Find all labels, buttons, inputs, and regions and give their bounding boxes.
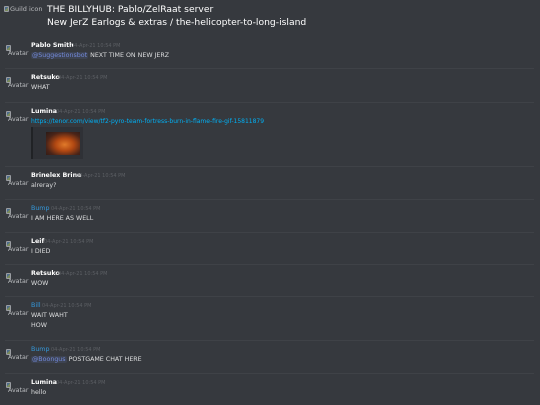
- author-name[interactable]: Brinelex Brine: [31, 172, 81, 179]
- message-group: Avatar Retsuko 04-Apr-21 10:54 PM WHAT: [0, 68, 540, 98]
- avatar-alt-text: Avatar: [8, 387, 29, 394]
- avatar[interactable]: Avatar: [6, 348, 30, 362]
- message-group: Avatar Bump 04-Apr-21 10:54 PM @Boongus …: [0, 340, 540, 370]
- message-group: Avatar Pablo Smith 04-Apr-21 10:54 PM @S…: [0, 40, 540, 66]
- guild-icon-alt-text: Guild icon: [10, 5, 43, 13]
- author-name[interactable]: Bump: [31, 205, 49, 212]
- channel-path: New JerZ Earlogs & extras / the-helicopt…: [47, 17, 307, 28]
- avatar[interactable]: Avatar: [6, 207, 30, 221]
- message-content: @Suggestionsbot NEXT TIME ON NEW JERZ: [31, 52, 169, 59]
- avatar[interactable]: Avatar: [6, 304, 30, 318]
- author-name[interactable]: Bill: [31, 302, 41, 309]
- avatar-alt-text: Avatar: [8, 278, 29, 285]
- gif-link[interactable]: https://tenor.com/view/tf2-pyro-team-for…: [31, 118, 264, 125]
- avatar[interactable]: Avatar: [6, 240, 30, 254]
- avatar[interactable]: Avatar: [6, 381, 30, 395]
- message-divider: [5, 340, 534, 341]
- avatar[interactable]: Avatar: [6, 110, 30, 124]
- avatar-alt-text: Avatar: [8, 180, 29, 187]
- author-name[interactable]: Lumina: [31, 108, 57, 115]
- message-divider: [5, 296, 534, 297]
- guild-icon[interactable]: Guild icon: [4, 5, 48, 16]
- message-divider: [5, 68, 534, 69]
- message-text: WAIT WAHT: [31, 312, 68, 319]
- message-text: hello: [31, 389, 47, 396]
- message-text: WOW: [31, 280, 49, 287]
- message-group: Avatar Brinelex Brine 04-Apr-21 10:54 PM…: [0, 166, 540, 196]
- message-text: HOW: [31, 322, 47, 329]
- message-group: Avatar Bill 04-Apr-21 10:54 PM WAIT WAHT…: [0, 296, 540, 334]
- message-text: POSTGAME CHAT HERE: [66, 356, 142, 363]
- avatar[interactable]: Avatar: [6, 272, 30, 286]
- message-timestamp: 04-Apr-21 10:54 PM: [44, 239, 94, 245]
- message-divider: [5, 102, 534, 103]
- message-group: Avatar Lumina 04-Apr-21 10:54 PM https:/…: [0, 102, 540, 162]
- message-timestamp: 04-Apr-21 10:54 PM: [58, 75, 108, 81]
- author-name[interactable]: Leif: [31, 238, 44, 245]
- user-mention[interactable]: @Suggestionsbot: [31, 52, 89, 59]
- guild-title: THE BILLYHUB: Pablo/ZelRaat server: [47, 4, 214, 15]
- user-mention[interactable]: @Boongus: [31, 356, 67, 363]
- message-timestamp: 04-Apr-21 10:54 PM: [42, 303, 92, 309]
- avatar[interactable]: Avatar: [6, 174, 30, 188]
- avatar-alt-text: Avatar: [8, 310, 29, 317]
- message-group: Avatar Lumina 04-Apr-21 10:54 PM hello: [0, 373, 540, 403]
- message-group: Avatar Leif 04-Apr-21 10:54 PM I DIED: [0, 232, 540, 262]
- author-name[interactable]: Pablo Smith: [31, 42, 74, 49]
- message-text: alreray?: [31, 182, 57, 189]
- message-timestamp: 04-Apr-21 10:54 PM: [56, 380, 106, 386]
- avatar-alt-text: Avatar: [8, 50, 29, 57]
- author-name[interactable]: Retsuko: [31, 74, 60, 81]
- avatar-alt-text: Avatar: [8, 116, 29, 123]
- author-name[interactable]: Lumina: [31, 379, 57, 386]
- message-timestamp: 04-Apr-21 10:54 PM: [56, 109, 106, 115]
- message-timestamp: 04-Apr-21 10:54 PM: [76, 173, 126, 179]
- avatar[interactable]: Avatar: [6, 76, 30, 90]
- avatar-alt-text: Avatar: [8, 354, 29, 361]
- message-text: WHAT: [31, 84, 50, 91]
- gif-thumbnail[interactable]: [46, 132, 80, 155]
- message-text: I AM HERE AS WELL: [31, 215, 94, 222]
- avatar-alt-text: Avatar: [8, 246, 29, 253]
- avatar[interactable]: Avatar: [6, 44, 30, 58]
- broken-image-icon: [4, 6, 9, 12]
- message-group: Avatar Bump 04-Apr-21 10:54 PM I AM HERE…: [0, 199, 540, 229]
- author-name[interactable]: Retsuko: [31, 270, 60, 277]
- channel-header: Guild icon THE BILLYHUB: Pablo/ZelRaat s…: [0, 0, 540, 34]
- message-text: NEXT TIME ON NEW JERZ: [88, 52, 170, 59]
- avatar-alt-text: Avatar: [8, 82, 29, 89]
- message-divider: [5, 373, 534, 374]
- message-timestamp: 04-Apr-21 10:54 PM: [51, 206, 101, 212]
- message-timestamp: 04-Apr-21 10:54 PM: [51, 347, 101, 353]
- message-timestamp: 04-Apr-21 10:54 PM: [71, 43, 121, 49]
- message-text: I DIED: [31, 248, 51, 255]
- message-group: Avatar Retsuko 04-Apr-21 10:54 PM WOW: [0, 264, 540, 294]
- message-divider: [5, 166, 534, 167]
- message-content: @Boongus POSTGAME CHAT HERE: [31, 356, 142, 363]
- author-name[interactable]: Bump: [31, 346, 49, 353]
- message-divider: [5, 264, 534, 265]
- avatar-alt-text: Avatar: [8, 213, 29, 220]
- message-timestamp: 04-Apr-21 10:54 PM: [58, 271, 108, 277]
- message-divider: [5, 232, 534, 233]
- message-divider: [5, 199, 534, 200]
- gif-embed[interactable]: [31, 127, 83, 159]
